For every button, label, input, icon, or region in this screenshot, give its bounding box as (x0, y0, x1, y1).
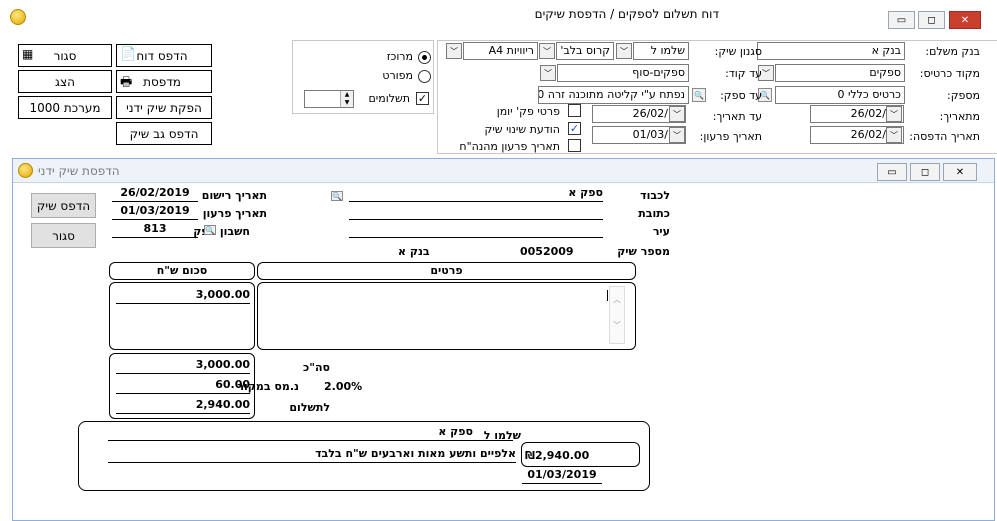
print-date-chevron-down-icon[interactable]: ﹀ (886, 127, 902, 143)
print-check-back-button[interactable]: הדפס גב שיק (116, 122, 212, 145)
due-date-child-value: 01/03/2019 (112, 204, 198, 220)
to-supplier-label: עד ספק: (720, 89, 762, 102)
payments-checkbox[interactable]: ✓ (416, 92, 429, 105)
to-code-chevron-down-icon[interactable]: ﹀ (540, 65, 556, 81)
text-cursor (607, 290, 608, 301)
supplier-account-label: חשבון ספק (193, 225, 250, 238)
child-coin-icon (18, 163, 33, 178)
paying-bank-input[interactable]: בנק א (757, 42, 905, 60)
print-report-button[interactable]: 📄 הדפס דוח (116, 44, 212, 67)
paying-bank-label: בנק משלם: (925, 45, 980, 58)
child-maximize-button[interactable]: ◻ (910, 163, 940, 181)
minimize-button[interactable]: ▭ (888, 11, 915, 29)
withholding-pct: 2.00% (324, 380, 363, 393)
exit-icon: ▦ (22, 47, 34, 61)
from-supplier-input[interactable]: כרטיס כללי 0 (775, 86, 905, 104)
check-number-label: מספר שיק (617, 245, 670, 258)
supplier-account-search-icon[interactable]: 🔍 (204, 225, 216, 235)
to-code-select[interactable]: ספקים-סוף (557, 64, 689, 82)
bank-name-label: בנק א (398, 245, 430, 258)
manual-check-button[interactable]: הפקת שיק ידני (116, 96, 212, 119)
format-select[interactable]: ריוויות A4 (463, 42, 538, 60)
child-close-action-button[interactable]: סגור (31, 223, 96, 248)
address-label: כתובת (638, 207, 670, 220)
register-date-label: תאריך רישום (201, 189, 267, 202)
main-window-title: דוח תשלום לספקים / הדפסת שיקים (534, 7, 719, 21)
journal-details-checkbox[interactable] (568, 104, 581, 117)
supplier-account-value: 813 (112, 222, 198, 238)
system-1000-button[interactable]: מערכת 1000 (18, 96, 112, 119)
from-date-chevron-down-icon[interactable]: ﹀ (886, 106, 902, 122)
due-date-label: תאריך פרעון: (699, 130, 762, 143)
print-date-label: תאריך הדפסה: (909, 130, 980, 143)
cross-select[interactable]: קרוס בלב' (556, 42, 614, 60)
child-window-title: הדפסת שיק ידני (38, 164, 120, 178)
check-amount: ₪2,940.00 (525, 449, 590, 462)
due-date-from-ledger-checkbox[interactable] (568, 139, 581, 152)
payment-value: 2,940.00 (116, 398, 250, 414)
consolidated-label: מרוכז (386, 50, 413, 63)
report-icon: 📄 (120, 47, 137, 62)
printer-button[interactable]: 🖶 מדפסת (116, 70, 212, 93)
due-date-child-label: תאריך פרעון (202, 207, 267, 220)
main-titlebar: דוח תשלום לספקים / הדפסת שיקים ▭ ◻ ✕ (0, 0, 997, 30)
journal-details-label: פרטי פק' יומן (496, 105, 560, 118)
details-column-header: פרטים (257, 262, 636, 280)
to-value: ספק א (349, 186, 603, 202)
maximize-button[interactable]: ◻ (918, 11, 945, 29)
from-supplier-label: מספק: (947, 89, 980, 102)
card-code-from-label: מקוד כרטיס: (919, 67, 980, 80)
to-search-icon[interactable]: 🔍 (331, 191, 343, 201)
city-value (349, 222, 603, 238)
details-textarea[interactable] (257, 282, 636, 350)
payments-spinner[interactable]: ▲ ▼ (340, 91, 353, 107)
check-style-chevron-down-icon[interactable]: ﹀ (616, 43, 632, 59)
amount-words: אלפיים ותשע מאות וארבעים ש"ח בלבד (108, 447, 516, 463)
format-chevron-down-icon[interactable]: ﹀ (446, 43, 462, 59)
card-code-from-select[interactable]: ספקים (775, 64, 905, 82)
cross-chevron-down-icon[interactable]: ﹀ (539, 43, 555, 59)
check-amount-box: ₪2,940.00 (521, 442, 640, 467)
details-scrollbar[interactable]: ︿ ﹀ (609, 286, 625, 344)
child-minimize-button[interactable]: ▭ (877, 163, 907, 181)
check-change-notice-label: הודעת שינוי שיק (484, 123, 560, 136)
amount-column-header: סכום ש"ח (109, 262, 255, 280)
register-date-value: 26/02/2019 (112, 186, 198, 202)
check-number-value: 0052009 (520, 245, 574, 258)
check-change-notice-checkbox[interactable]: ✓ (568, 122, 581, 135)
check-style-label: סגנון שיק: (714, 45, 762, 58)
check-date: 01/03/2019 (522, 468, 602, 484)
child-close-button[interactable]: ✕ (943, 163, 977, 181)
payment-label: לתשלום (289, 401, 330, 414)
to-label: לכבוד (640, 189, 670, 202)
amount-value: 3,000.00 (116, 288, 250, 304)
to-date-label: עד תאריך: (712, 110, 762, 123)
app-coin-icon (10, 9, 26, 25)
due-date-from-ledger-label: תאריך פרעון מהנה"ח (459, 140, 560, 153)
address-value (349, 204, 603, 220)
city-label: עיר (652, 225, 670, 238)
detailed-radio[interactable] (418, 70, 431, 83)
to-date-chevron-down-icon[interactable]: ﹀ (669, 106, 685, 122)
total-value: 3,000.00 (116, 358, 250, 374)
print-check-button[interactable]: הדפס שיק (31, 193, 96, 218)
detailed-label: מפורט (382, 69, 413, 82)
from-date-label: מתאריך: (939, 110, 980, 123)
to-supplier-search-icon[interactable]: 🔍 (692, 88, 706, 102)
check-style-select[interactable]: שלמו ל (633, 42, 689, 60)
to-supplier-input[interactable]: נפתח ע"י קליטה מתוכנה זרה 0 (538, 86, 689, 104)
total-label: סה"כ (303, 361, 330, 374)
payments-label: תשלומים (368, 92, 410, 105)
pay-to-value: ספק א (108, 425, 513, 441)
close-button[interactable]: ▦ סגור (18, 44, 112, 67)
withholding-value: 60.00 (116, 378, 250, 394)
withholding-label: נ.מס במקור (237, 380, 299, 393)
to-code-label: עד קוד: (725, 67, 762, 80)
consolidated-radio[interactable] (418, 51, 431, 64)
printer-icon: 🖶 (120, 75, 133, 90)
close-window-button[interactable]: ✕ (949, 11, 981, 29)
show-button[interactable]: הצג (18, 70, 112, 93)
due-date-chevron-down-icon[interactable]: ﹀ (669, 127, 685, 143)
child-titlebar (13, 159, 994, 183)
